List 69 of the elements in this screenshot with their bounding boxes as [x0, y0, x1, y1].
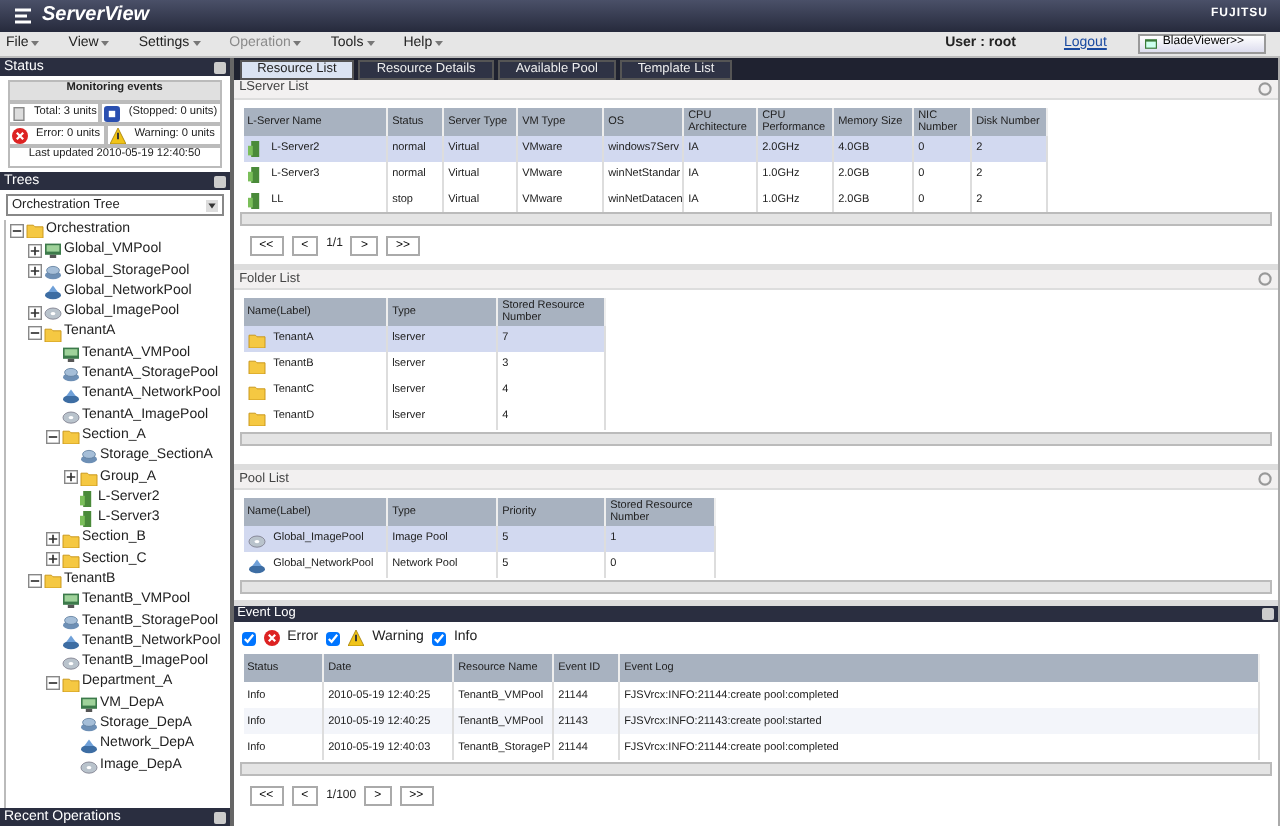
- caret-icon: [100, 38, 111, 49]
- server-icon: [247, 191, 264, 210]
- disc-icon: [44, 304, 62, 321]
- caret-icon: [365, 38, 376, 49]
- expand-icon[interactable]: [28, 243, 42, 258]
- document-icon: [12, 105, 26, 121]
- error-icon: [12, 127, 28, 143]
- folder-icon: [26, 222, 44, 239]
- collapse-icon[interactable]: [28, 573, 42, 588]
- collapse-icon[interactable]: [46, 429, 60, 444]
- storage-icon: [44, 263, 62, 280]
- stop-icon: [104, 105, 121, 121]
- expand-icon[interactable]: [46, 532, 60, 547]
- folder-icon: [80, 469, 98, 486]
- checkbox[interactable]: [431, 631, 446, 646]
- folder-icon: [62, 675, 80, 692]
- caret-icon: [434, 38, 445, 49]
- warning-icon: [348, 630, 365, 647]
- monitor-icon: [62, 345, 80, 362]
- expand-icon[interactable]: [28, 305, 42, 320]
- storage-icon: [80, 448, 98, 465]
- network-icon: [62, 634, 80, 651]
- collapse-icon[interactable]: [10, 223, 24, 238]
- storage-icon: [62, 613, 80, 630]
- storage-icon: [80, 716, 98, 733]
- expand-icon[interactable]: [28, 264, 42, 279]
- collapse-icon[interactable]: [46, 676, 60, 691]
- server-icon: [247, 139, 264, 158]
- collapse-button[interactable]: [213, 175, 226, 187]
- scrollbar[interactable]: [1278, 58, 1280, 826]
- monitor-icon: [44, 242, 62, 259]
- error-icon: [263, 630, 280, 647]
- network-icon: [44, 284, 62, 301]
- disc-icon: [247, 531, 266, 547]
- gear-icon: [1258, 81, 1272, 96]
- monitor-icon: [62, 592, 80, 609]
- network-icon: [80, 737, 98, 754]
- checkbox[interactable]: [326, 631, 341, 646]
- logo-text: ServerView: [42, 4, 150, 28]
- disc-icon: [62, 654, 80, 671]
- collapse-button[interactable]: [1262, 608, 1274, 620]
- scrollbar[interactable]: [239, 580, 1272, 594]
- checkbox[interactable]: [241, 631, 256, 646]
- collapse-button[interactable]: [213, 61, 226, 73]
- caret-icon: [292, 38, 303, 49]
- scrollbar[interactable]: [239, 212, 1272, 226]
- network-icon: [247, 557, 266, 573]
- scrollbar[interactable]: [239, 762, 1272, 777]
- scrollbar[interactable]: [239, 432, 1272, 446]
- warning-icon: [110, 127, 127, 143]
- gear-icon: [1258, 272, 1272, 286]
- storage-icon: [62, 366, 80, 383]
- network-icon: [62, 387, 80, 404]
- disc-icon: [80, 757, 98, 774]
- disc-icon: [62, 407, 80, 424]
- collapse-icon[interactable]: [28, 326, 42, 341]
- window-icon: [1144, 38, 1159, 50]
- collapse-button[interactable]: [213, 811, 226, 823]
- caret-icon: [191, 38, 202, 49]
- folder-icon: [44, 325, 62, 342]
- caret-icon: [30, 38, 41, 49]
- gear-icon: [1258, 472, 1272, 486]
- expand-icon[interactable]: [64, 470, 78, 485]
- logo-icon: [12, 6, 34, 26]
- server-icon: [247, 165, 264, 184]
- expand-icon[interactable]: [46, 552, 60, 567]
- monitor-icon: [80, 695, 98, 712]
- folder-icon: [62, 428, 80, 445]
- caret-icon: [205, 199, 218, 211]
